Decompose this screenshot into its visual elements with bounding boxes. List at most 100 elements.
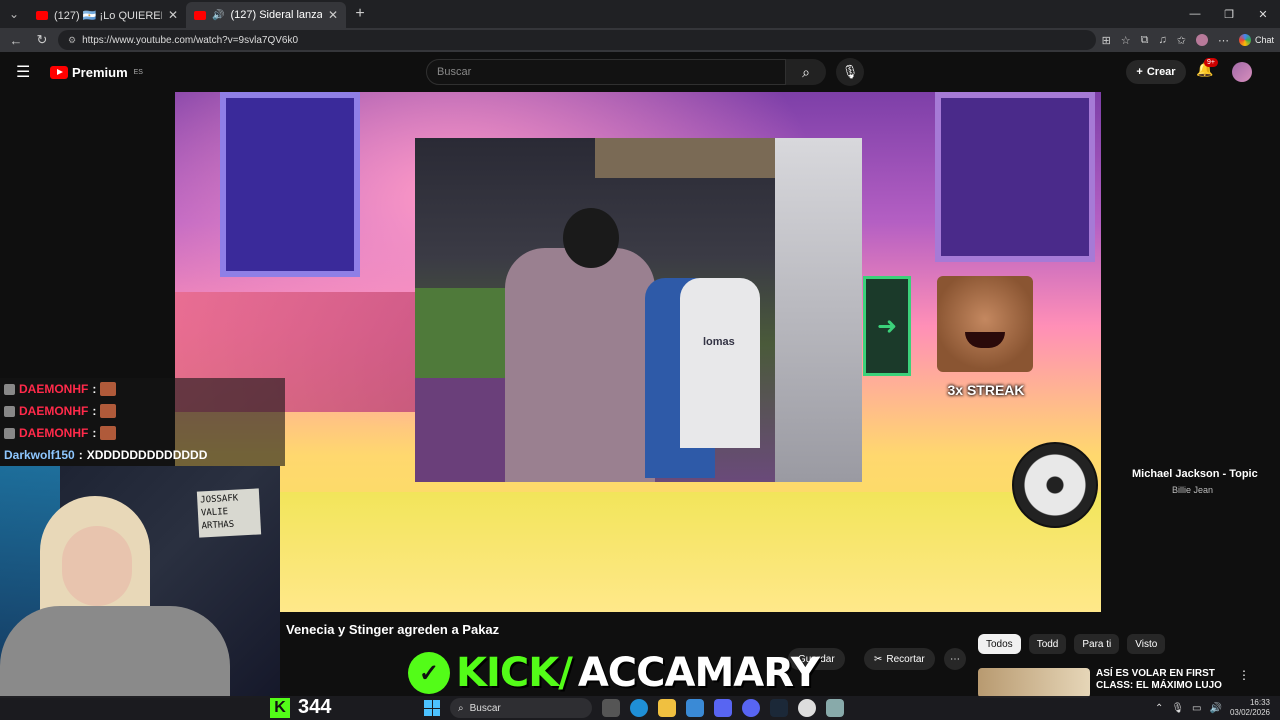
game-pixel-wall: [935, 92, 1095, 262]
now-playing-popup: Michael Jackson - Topic Billie Jean: [1012, 440, 1280, 528]
more-menu-icon[interactable]: ⋯: [1218, 34, 1229, 47]
close-tab-icon[interactable]: ✕: [168, 8, 178, 22]
badge-icon: [4, 383, 15, 395]
back-arrow-icon[interactable]: ←: [6, 33, 26, 48]
shirt-text: lomas: [703, 336, 735, 348]
clock-time: 16:33: [1249, 698, 1270, 707]
video-player[interactable]: lomas ➜ 3x STREAK: [175, 92, 1101, 612]
recommended-title[interactable]: ASÍ ES VOLAR EN FIRST CLASS: EL MÁXIMO L…: [1096, 668, 1236, 692]
laughing-emote: [937, 276, 1033, 372]
task-view-icon[interactable]: [602, 699, 620, 717]
browser-tabstrip: ⌄ (127) 🇦🇷 ¡Lo QUIEREN ENFRIAR! ✕ 🔊 (127…: [0, 0, 1280, 28]
account-avatar[interactable]: [1232, 62, 1252, 82]
viewer-counter: K 344: [270, 696, 331, 719]
kick-logo-icon: K: [270, 697, 290, 718]
menu-hamburger-icon[interactable]: ☰: [16, 62, 36, 82]
recommended-thumbnail[interactable]: [978, 668, 1090, 698]
install-app-icon[interactable]: ⊞: [1102, 34, 1111, 47]
kick-username: ACCAMARY: [577, 650, 820, 696]
video-title: Venecia y Stinger agreden a Pakaz: [286, 622, 500, 637]
filter-chips: Todos Todd Para ti Visto: [978, 634, 1166, 654]
tray-chevron-icon[interactable]: ⌃: [1155, 703, 1163, 714]
taskbar-apps: ⌕ Buscar: [424, 696, 844, 720]
address-bar-row: ← ↻ ⚙ https://www.youtube.com/watch?v=9s…: [0, 28, 1280, 52]
chat-message: DAEMONHF :: [0, 378, 285, 400]
favorites-icon[interactable]: ✩: [1177, 34, 1186, 47]
store-icon[interactable]: [686, 699, 704, 717]
more-actions-icon[interactable]: ⋯: [944, 648, 966, 670]
new-tab-button[interactable]: +: [346, 5, 374, 23]
maximize-icon[interactable]: ❐: [1212, 0, 1246, 28]
tab-label: (127) 🇦🇷 ¡Lo QUIEREN ENFRIAR!: [54, 9, 162, 22]
taskbar-search[interactable]: ⌕ Buscar: [450, 698, 592, 718]
kick-channel-banner: ✓ KICK/ ACCAMARY: [408, 650, 820, 696]
chat-username: DAEMONHF: [19, 404, 89, 418]
speaker-icon[interactable]: 🔊: [212, 10, 224, 21]
copilot-chat-button[interactable]: Chat: [1238, 34, 1274, 46]
extensions-icon[interactable]: ⧉: [1141, 34, 1149, 47]
chat-text: XDDDDDDDDDDDDD: [86, 448, 208, 462]
minimize-icon[interactable]: —: [1178, 0, 1212, 28]
site-info-icon[interactable]: ⚙: [68, 35, 76, 46]
streamer-webcam: JOSSAFK VALIE ARTHAS: [0, 466, 280, 698]
windows-start-icon[interactable]: [424, 700, 440, 716]
voice-search-button[interactable]: 🎙: [836, 58, 864, 86]
stream-chat: DAEMONHF : DAEMONHF : DAEMONHF : Darkwol…: [0, 378, 285, 466]
search-input[interactable]: Buscar: [426, 59, 786, 85]
chat-message: DAEMONHF :: [0, 422, 285, 444]
monitor-tray-icon[interactable]: ▭: [1192, 703, 1201, 714]
settings-icon[interactable]: [826, 699, 844, 717]
embedded-video-clip: lomas: [415, 138, 862, 482]
teams-icon[interactable]: [714, 699, 732, 717]
url-text: https://www.youtube.com/watch?v=9svla7QV…: [82, 34, 299, 46]
chip-todd[interactable]: Todd: [1028, 634, 1067, 654]
streamer-face: [62, 526, 132, 606]
chip-watched[interactable]: Visto: [1127, 634, 1166, 654]
chat-separator: :: [92, 426, 97, 440]
game-clouds: [175, 492, 1101, 612]
logo-text: Premium: [72, 64, 128, 80]
sign-line: ARTHAS: [201, 519, 235, 532]
search-icon: ⌕: [458, 702, 464, 714]
browser-extensions: ⊞ ☆ ⧉ ♫ ✩ ⋯ Chat: [1102, 34, 1274, 47]
search-placeholder: Buscar: [437, 66, 472, 78]
chat-emote: [100, 382, 117, 396]
youtube-logo[interactable]: Premium ES: [50, 65, 143, 80]
chat-separator: :: [92, 404, 97, 418]
chip-for-you[interactable]: Para ti: [1074, 634, 1120, 654]
search-button[interactable]: ⌕: [786, 59, 826, 85]
url-field[interactable]: ⚙ https://www.youtube.com/watch?v=9svla7…: [58, 30, 1096, 50]
search-icon: ⌕: [802, 63, 810, 80]
reload-icon[interactable]: ↻: [32, 32, 52, 48]
mic-tray-icon[interactable]: 🎙: [1171, 703, 1184, 714]
media-icon[interactable]: ♫: [1159, 34, 1167, 46]
profile-icon[interactable]: [1195, 34, 1208, 46]
system-tray: ⌃ 🎙 ▭ 🔊 16:33 03/02/2026: [1155, 696, 1270, 720]
clip-button[interactable]: ✂ Recortar: [864, 648, 935, 670]
chrome-icon[interactable]: [798, 699, 816, 717]
badge-icon: [4, 405, 15, 417]
kick-prefix: KICK/: [456, 650, 573, 696]
close-tab-icon[interactable]: ✕: [328, 8, 338, 22]
browser-tab-1[interactable]: (127) 🇦🇷 ¡Lo QUIEREN ENFRIAR! ✕: [28, 2, 186, 28]
youtube-play-icon: [50, 65, 68, 79]
file-explorer-icon[interactable]: [658, 699, 676, 717]
discord-icon[interactable]: [742, 699, 760, 717]
youtube-header: ☰ Premium ES Buscar ⌕ 🎙 + Crear 🔔 9+: [0, 52, 1280, 92]
chip-all[interactable]: Todos: [978, 634, 1021, 654]
steam-icon[interactable]: [770, 699, 788, 717]
close-window-icon[interactable]: ✕: [1246, 0, 1280, 28]
browser-tab-2[interactable]: 🔊 (127) Sideral lanza balita a Sa... ✕: [186, 2, 346, 28]
copilot-icon: [1238, 34, 1251, 46]
bookmark-star-icon[interactable]: ☆: [1121, 34, 1131, 47]
edge-browser-icon[interactable]: [630, 699, 648, 717]
vinyl-disc-icon: [1012, 442, 1098, 528]
windows-taskbar: ⌕ Buscar ⌃ 🎙 ▭ 🔊 16:33 03/02/2026: [0, 696, 1280, 720]
tab-list-chevron-icon[interactable]: ⌄: [0, 0, 28, 28]
create-button[interactable]: + Crear: [1126, 60, 1186, 84]
recommended-more-icon[interactable]: ⋮: [1238, 668, 1250, 682]
chat-username: Darkwolf150: [4, 448, 75, 462]
system-clock[interactable]: 16:33 03/02/2026: [1230, 698, 1270, 718]
streak-label: 3x STREAK: [947, 382, 1025, 398]
volume-tray-icon[interactable]: 🔊: [1210, 703, 1222, 714]
